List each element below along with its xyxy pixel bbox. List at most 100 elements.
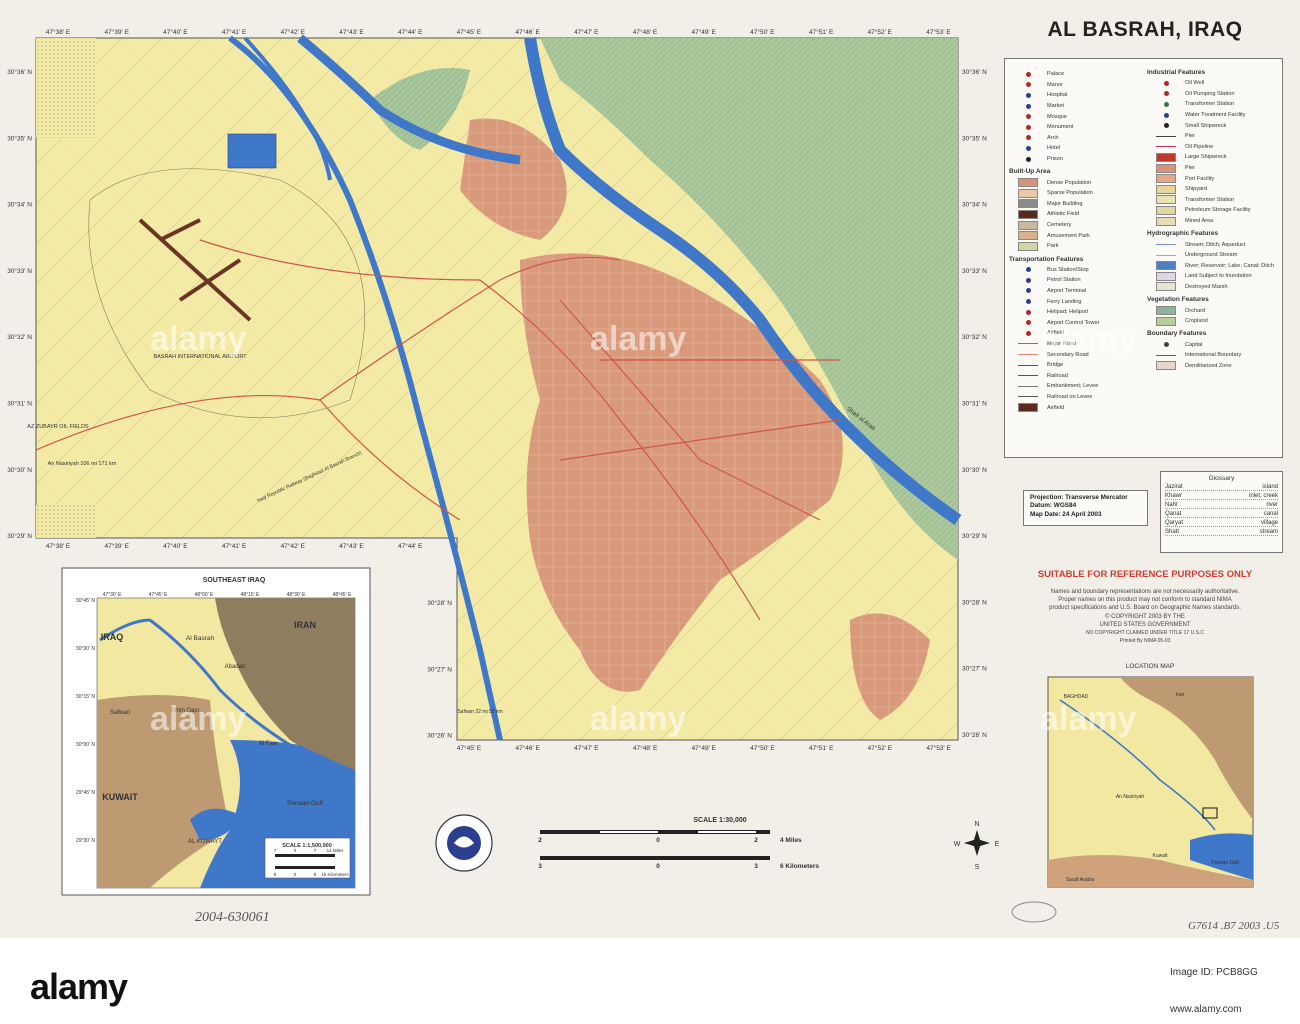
inset-lon-tick: 48°45' E (333, 592, 352, 598)
lon-tick-label: 47°48' E (633, 744, 658, 752)
lat-tick-label: 30°30' N (962, 466, 987, 474)
lat-tick-label: 30°28' N (962, 598, 987, 606)
map-title: AL BASRAH, IRAQ (1047, 18, 1243, 41)
legend-item-label: Petrol Station (1047, 277, 1081, 284)
legend-point-icon (1155, 90, 1177, 98)
label-airport: BASRAH INTERNATIONAL AIRPORT (153, 354, 247, 360)
legend-swatch-icon (1155, 195, 1177, 205)
legend-swatch-icon (1155, 306, 1177, 316)
legend-point-icon (1017, 287, 1039, 295)
legend-point-icon (1017, 144, 1039, 152)
legend-swatch-icon (1155, 205, 1177, 215)
legend-item: Arch (1007, 133, 1143, 144)
lon-tick-label: 47°41' E (222, 28, 247, 36)
stock-url: www.alamy.com (1170, 1004, 1242, 1015)
legend-section-heading: Built-Up Area (1009, 168, 1051, 176)
glossary-row: Qanat canal (1165, 511, 1278, 518)
legend-item-label: Major Building (1047, 200, 1083, 207)
legend: Palace Manor Hospital Market Mosque Monument A… (1004, 58, 1283, 458)
glossary-term: Shatt (1165, 529, 1180, 535)
location-map-label: BAGHDAD (1064, 694, 1089, 700)
legend-swatch-icon (1017, 241, 1039, 251)
inset-title: SOUTHEAST IRAQ (203, 577, 266, 584)
legend-item: Cropland (1145, 316, 1281, 327)
nima-seal (435, 814, 493, 872)
glossary-row: Khawr inlet, creek (1165, 493, 1278, 500)
legend-item: Destroyed Marsh (1145, 282, 1281, 293)
lon-tick-label: 47°49' E (692, 744, 717, 752)
legend-item-label: Hotel (1047, 145, 1061, 152)
glossary-meaning: canal (1263, 511, 1278, 517)
legend-item: Airport Terminal (1007, 286, 1143, 297)
legend-item: Oil Pipeline (1145, 142, 1281, 153)
legend-item: Embankment; Levee (1007, 381, 1143, 392)
lat-tick-label: 30°35' N (962, 134, 987, 142)
disclaimer-line: product specifications and U.S. Board on… (1049, 605, 1241, 612)
legend-item-label: Small Shipwreck (1185, 122, 1227, 129)
legend-point-icon (1017, 308, 1039, 316)
lon-tick-label: 47°43' E (339, 542, 364, 550)
lat-tick-label: 30°33' N (962, 267, 987, 275)
legend-item: Hotel (1007, 143, 1143, 154)
legend-swatch-icon (1155, 216, 1177, 226)
scale-tick: 2 (538, 837, 542, 844)
legend-swatch-icon (1155, 163, 1177, 173)
glossary-meaning: island (1262, 484, 1278, 490)
svg-text:N: N (974, 821, 979, 828)
legend-item: Pier (1145, 163, 1281, 174)
legend-item-label: Helipad; Heliport (1047, 309, 1089, 316)
inset-lon-tick: 48°30' E (287, 592, 306, 598)
legend-swatch-icon (1017, 220, 1039, 230)
legend-point-icon (1017, 91, 1039, 99)
inset-scale: SCALE 1:1,500,000 7 0 7 14 Miles8 0 8 16 Kilom… (264, 837, 351, 879)
inset-place-label: AL KUWAYT (188, 839, 222, 845)
legend-swatch-icon (1017, 403, 1039, 413)
legend-item: Demilitarized Zone (1145, 361, 1281, 372)
legend-point-icon (1017, 329, 1039, 337)
lon-tick-label: 47°40' E (163, 28, 188, 36)
legend-item: Port Facility (1145, 173, 1281, 184)
legend-point-icon (1155, 100, 1177, 108)
glossary-row: Qaryat village (1165, 520, 1278, 527)
legend-item-label: Ferry Landing (1047, 298, 1082, 305)
legend-item-label: Destroyed Marsh (1185, 283, 1228, 290)
svg-text:E: E (995, 841, 1000, 848)
glossary-meaning: village (1260, 520, 1278, 526)
lon-tick-label: 47°47' E (574, 28, 599, 36)
location-map-title: LOCATION MAP (1125, 663, 1175, 670)
stock-logo: alamy (30, 966, 128, 1007)
legend-item-label: Airfield (1047, 404, 1065, 411)
legend-item: Airfield (1007, 328, 1143, 339)
legend-point-icon (1017, 298, 1039, 306)
legend-item: Land Subject to Inundation (1145, 271, 1281, 282)
lat-tick-label: 30°36' N (962, 68, 987, 76)
legend-swatch-icon (1155, 282, 1177, 292)
legend-item-label: Water Treatment Facility (1185, 112, 1246, 119)
lon-tick-label: 47°38' E (46, 542, 71, 550)
lon-tick-label: 47°50' E (750, 744, 775, 752)
marsh-area (36, 38, 96, 138)
handwritten-catalog-number: 2004-630061 (195, 910, 270, 925)
svg-text:SCALE 1:1,500,000: SCALE 1:1,500,000 (282, 843, 332, 849)
legend-item: River; Reservoir; Lake; Canal; Ditch (1145, 261, 1281, 272)
lon-tick-label: 47°38' E (46, 28, 71, 36)
image-id: Image ID: PCB8GG (1170, 967, 1258, 978)
map-date-line: Map Date: 24 April 2003 (1030, 510, 1102, 518)
legend-point-icon (1017, 102, 1039, 110)
legend-item: Mosque (1007, 111, 1143, 122)
legend-item: Secondary Road (1007, 349, 1143, 360)
legend-item: Underground Stream (1145, 250, 1281, 261)
inset-lat-tick: 30°45' N (76, 598, 95, 604)
lon-tick-label: 47°46' E (515, 28, 540, 36)
lat-tick-label: 30°31' N (7, 400, 32, 408)
scale-tick: 0 (656, 863, 660, 870)
legend-swatch-icon (1155, 174, 1177, 184)
legend-item-label: Mosque (1047, 113, 1067, 120)
legend-line-icon (1017, 351, 1039, 359)
lon-tick-label: 47°44' E (398, 28, 423, 36)
glossary-title: Glossary (1208, 475, 1235, 482)
legend-swatch-icon (1017, 231, 1039, 241)
glossary-meaning: river (1266, 502, 1278, 508)
legend-swatch-icon (1155, 261, 1177, 271)
legend-item: Helipad; Heliport (1007, 307, 1143, 318)
